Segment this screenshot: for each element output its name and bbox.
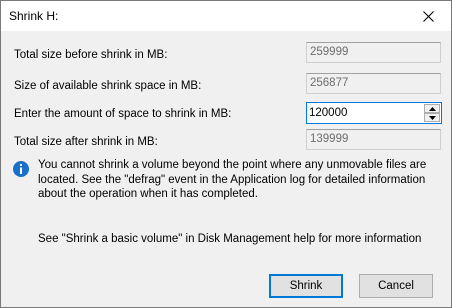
available-space-field: 256877 — [306, 73, 441, 94]
spin-up-button[interactable] — [424, 104, 440, 113]
help-message: See "Shrink a basic volume" in Disk Mana… — [38, 233, 422, 245]
title-bar: Shrink H: — [1, 1, 451, 31]
window-title: Shrink H: — [9, 9, 59, 23]
shrink-button[interactable]: Shrink — [269, 274, 343, 298]
total-after-label: Total size after shrink in MB: — [14, 136, 158, 148]
info-message: You cannot shrink a volume beyond the po… — [38, 159, 427, 200]
total-before-label: Total size before shrink in MB: — [14, 49, 168, 61]
spinner-buttons — [424, 104, 440, 122]
cancel-button[interactable]: Cancel — [359, 274, 433, 298]
shrink-amount-label: Enter the amount of space to shrink in M… — [14, 108, 232, 120]
spin-down-button[interactable] — [424, 113, 440, 122]
arrow-up-icon — [428, 106, 436, 111]
close-button[interactable] — [405, 1, 451, 31]
shrink-dialog: Shrink H: Total size before shrink in MB… — [0, 0, 452, 308]
shrink-amount-input[interactable] — [309, 105, 419, 121]
available-space-label: Size of available shrink space in MB: — [14, 80, 202, 92]
close-icon — [422, 10, 434, 22]
total-after-field: 139999 — [306, 129, 441, 150]
shrink-amount-spinner[interactable] — [306, 102, 442, 124]
info-icon — [13, 161, 29, 177]
arrow-down-icon — [428, 115, 436, 120]
total-before-field: 259999 — [306, 42, 441, 63]
